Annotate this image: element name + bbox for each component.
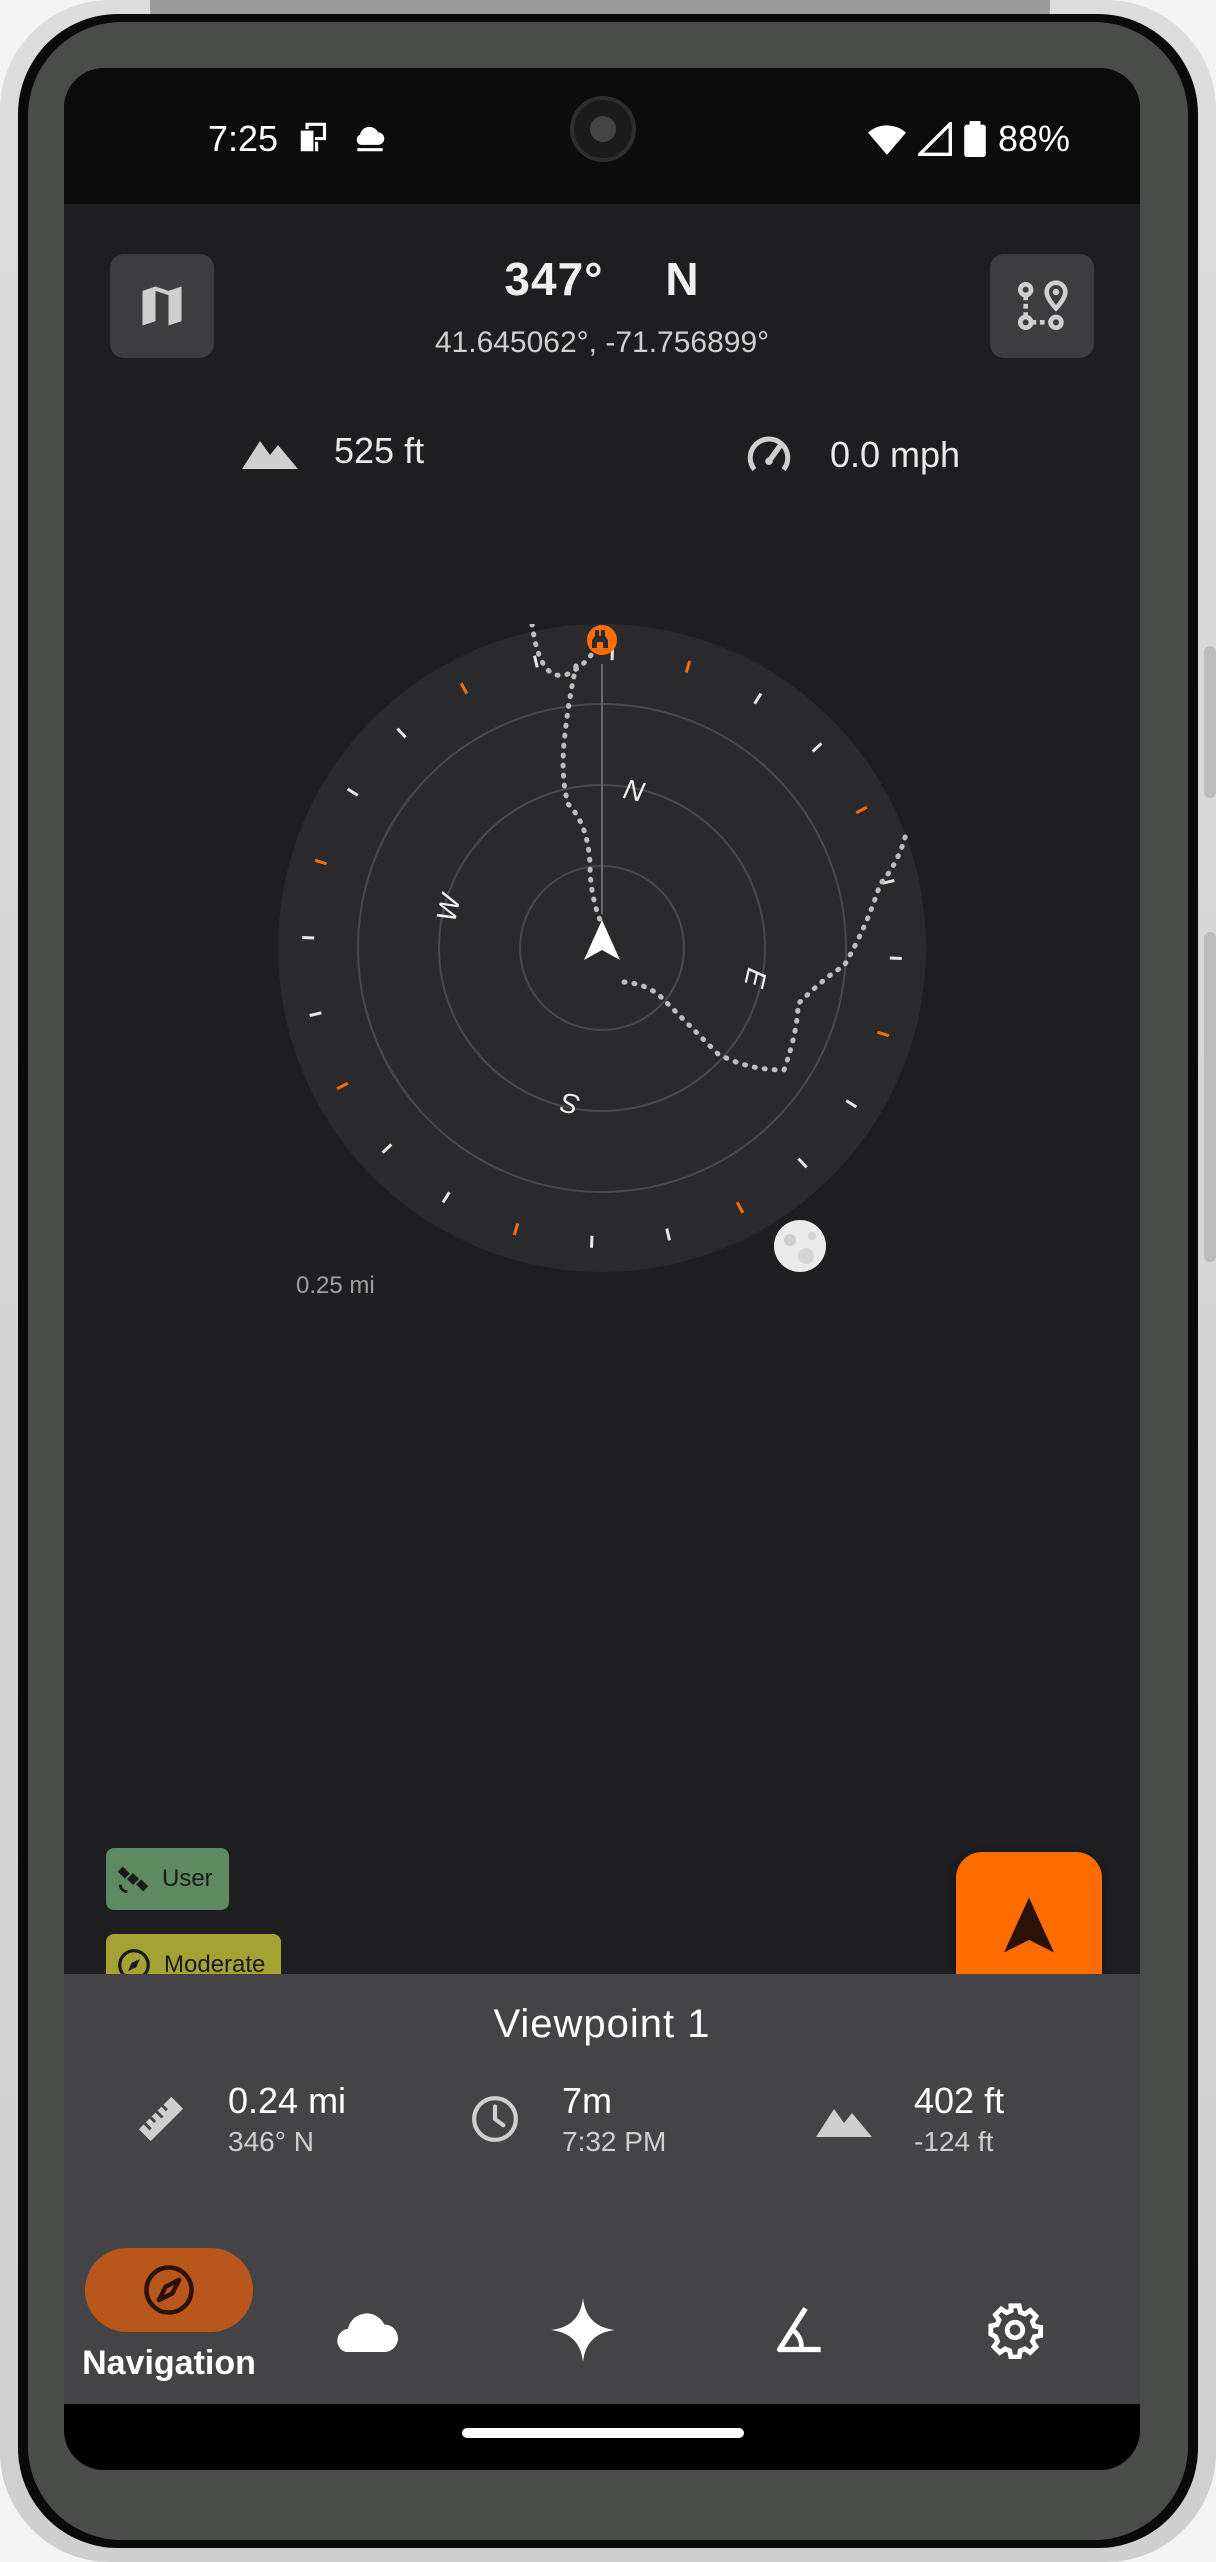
destination-panel[interactable]: Viewpoint 1 0.24 mi 346° N 7m 7:32 PM 40…: [64, 1974, 1140, 2228]
tab-navigation-label: Navigation: [82, 2344, 256, 2382]
screen: 7:25 88% 347° N 41.645062°, -71.756899° …: [64, 68, 1140, 2470]
bottom-navigation: Navigation: [64, 2228, 1140, 2404]
volume-button: [1204, 646, 1216, 798]
status-bar: 7:25 88%: [64, 68, 1140, 204]
coordinates: 41.645062°, -71.756899°: [434, 326, 770, 359]
sparkle-icon: [551, 2298, 615, 2362]
tab-tools[interactable]: [714, 2248, 884, 2388]
bearing-value: 347°: [504, 253, 604, 305]
elevation-value: 402 ft: [914, 2080, 1005, 2121]
altitude-value: 525 ft: [334, 430, 425, 471]
distance-info: 0.24 mi 346° N: [136, 2080, 346, 2158]
distance-value: 0.24 mi: [228, 2080, 347, 2121]
moon-icon: [774, 1220, 826, 1272]
tab-navigation[interactable]: Navigation: [82, 2248, 256, 2388]
elevation-info: 402 ft -124 ft: [816, 2080, 1004, 2158]
heading-readout: 347° N: [64, 252, 1140, 306]
status-time: 7:25: [208, 118, 279, 159]
tab-astronomy[interactable]: [498, 2248, 668, 2388]
navigation-arrow-icon: [1004, 1897, 1054, 1953]
speed-value: 0.0 mph: [830, 434, 961, 475]
destination-name: Viewpoint 1: [493, 2002, 711, 2046]
radar-scale: 0.25 mi: [296, 1272, 375, 1299]
tab-settings[interactable]: [930, 2248, 1100, 2388]
screen-cast-icon: [300, 122, 327, 152]
mountain-icon: [242, 441, 298, 469]
tab-weather[interactable]: [280, 2248, 450, 2388]
battery-icon: [964, 121, 986, 157]
elevation-diff: -124 ft: [914, 2126, 994, 2157]
gps-status-label: User: [162, 1865, 213, 1892]
status-right: 88%: [867, 118, 1070, 160]
navigation-screen: 347° N 41.645062°, -71.756899° 525 ft 0.…: [64, 204, 1140, 1998]
tab-navigation-indicator: [85, 2248, 253, 2332]
compass-icon: [144, 2265, 194, 2315]
destination-marker[interactable]: [587, 625, 617, 655]
satellite-icon: [117, 1866, 149, 1894]
eta-value: 7:32 PM: [562, 2126, 667, 2157]
altitude-stat: 525 ft: [242, 430, 424, 472]
compass-radar[interactable]: N E S W: [278, 624, 926, 1272]
bearing-info: 346° N: [228, 2126, 314, 2157]
speedometer-icon: [747, 436, 791, 472]
gear-icon: [988, 2303, 1044, 2359]
signal-icon: [917, 122, 952, 156]
time-info: 7m 7:32 PM: [470, 2080, 666, 2158]
duration-value: 7m: [562, 2080, 613, 2121]
wifi-icon: [867, 125, 906, 155]
gps-status-badge[interactable]: User: [106, 1848, 229, 1910]
power-button: [1204, 932, 1216, 1262]
cloud-icon: [337, 2313, 398, 2352]
notification-icons: [296, 118, 390, 156]
gesture-bar-area: [64, 2404, 1140, 2470]
home-gesture-bar[interactable]: [462, 2428, 744, 2438]
front-camera: [570, 96, 636, 162]
clock-icon: [472, 2096, 518, 2142]
ruler-icon: [138, 2096, 184, 2142]
cloud-icon: [356, 126, 385, 152]
battery-percent: 88%: [997, 118, 1070, 159]
direction-value: N: [665, 253, 700, 305]
mountain-icon: [816, 2109, 872, 2137]
angle-icon: [776, 2306, 821, 2353]
speed-stat: 0.0 mph: [744, 430, 960, 480]
